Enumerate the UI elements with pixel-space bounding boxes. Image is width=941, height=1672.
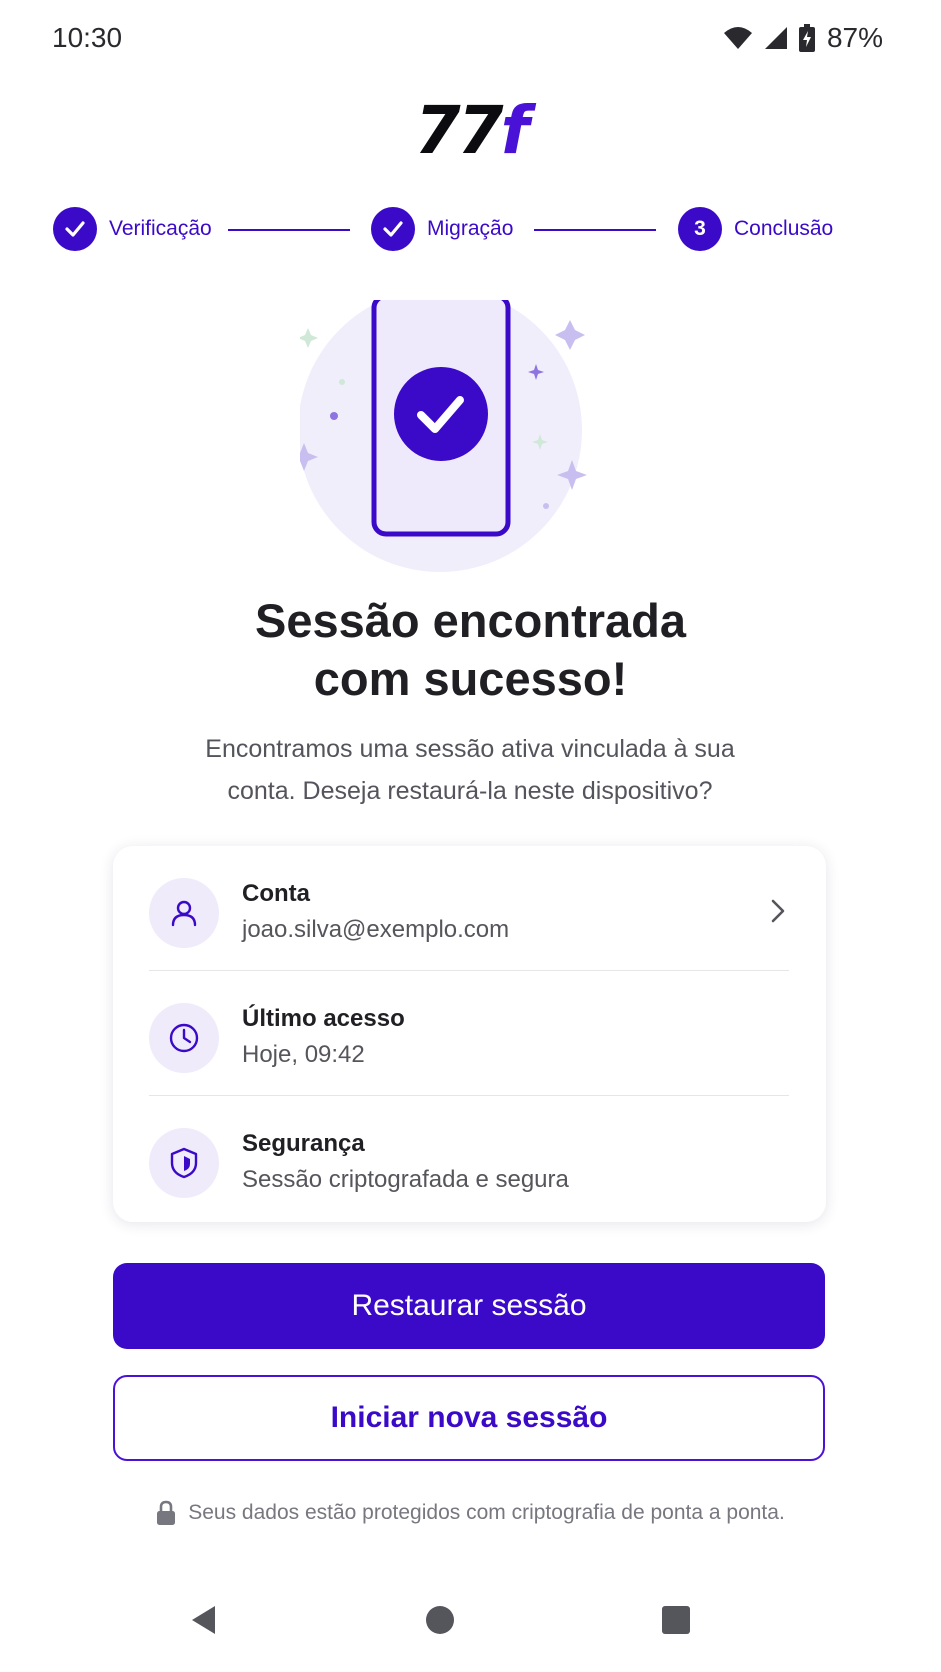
step-verificacao: Verificação: [53, 207, 212, 251]
logo-letter: f: [500, 92, 530, 169]
subtitle-line: conta. Deseja restaurá-la neste disposit…: [227, 777, 713, 805]
success-illustration: [290, 288, 640, 580]
shield-icon: [149, 1128, 219, 1198]
step-connector: [534, 229, 656, 231]
title-line: com sucesso!: [313, 652, 628, 705]
lock-icon: [157, 1500, 176, 1525]
security-label: Segurança: [242, 1130, 365, 1157]
security-value: Sessão criptografada e segura: [242, 1166, 569, 1193]
clock-icon: [149, 1003, 219, 1073]
last-access-value: Hoje, 09:42: [242, 1041, 365, 1068]
system-nav-bar: [0, 1580, 941, 1660]
step-label: Migração: [427, 217, 514, 240]
account-email: joao.silva@exemplo.com: [242, 916, 510, 943]
recents-icon[interactable]: [654, 1598, 698, 1642]
account-label: Conta: [242, 880, 310, 907]
step-label: Verificação: [109, 217, 212, 240]
status-bar: 10:30 87%: [0, 0, 941, 80]
account-row[interactable]: Conta joao.silva@exemplo.com: [149, 846, 789, 972]
wifi-icon: [723, 27, 752, 49]
battery-icon: [798, 24, 815, 52]
title-line: Sessão encontrada: [254, 594, 686, 647]
step-number: 3: [678, 207, 722, 251]
step-connector: [228, 229, 350, 231]
step-label: Conclusão: [734, 217, 834, 240]
security-row: Segurança Sessão criptografada e segura: [149, 1096, 789, 1222]
user-icon: [149, 878, 219, 948]
page-subtitle: Encontramos uma sessão ativa vinculada à…: [120, 728, 820, 812]
step-done-icon: [53, 207, 97, 251]
last-access-row: Último acesso Hoje, 09:42: [149, 971, 789, 1097]
signal-icon: [764, 27, 787, 49]
status-time: 10:30: [52, 22, 123, 53]
logo-number: 77: [414, 92, 504, 169]
status-icons: 87%: [723, 22, 883, 54]
step-conclusao: 3 Conclusão: [678, 207, 833, 251]
restore-session-button[interactable]: Restaurar sessão: [113, 1263, 825, 1349]
back-icon[interactable]: [182, 1598, 226, 1642]
security-note-text: Seus dados estão protegidos com criptogr…: [188, 1501, 785, 1524]
security-note: Seus dados estão protegidos com criptogr…: [0, 1500, 941, 1526]
session-info-card: Conta joao.silva@exemplo.com Último aces…: [113, 846, 826, 1222]
subtitle-line: Encontramos uma sessão ativa vinculada à…: [205, 735, 735, 763]
home-icon[interactable]: [418, 1598, 462, 1642]
page-title: Sessão encontrada com sucesso!: [0, 592, 941, 708]
step-migracao: Migração: [371, 207, 513, 251]
last-access-label: Último acesso: [242, 1005, 405, 1032]
chevron-right-icon: [767, 898, 789, 929]
step-done-icon: [371, 207, 415, 251]
app-logo: 77f: [0, 92, 941, 169]
new-session-button[interactable]: Iniciar nova sessão: [113, 1375, 825, 1461]
battery-percent: 87%: [826, 22, 883, 53]
progress-stepper: Verificação Migração 3 Conclusão: [53, 207, 893, 253]
